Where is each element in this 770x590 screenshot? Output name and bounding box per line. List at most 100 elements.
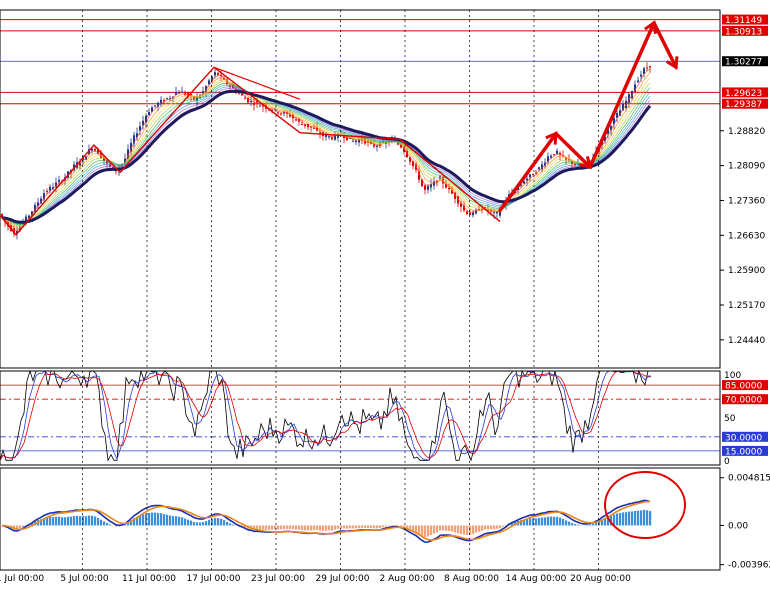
macd-histogram-bar bbox=[442, 525, 445, 531]
macd-histogram-bar bbox=[637, 510, 640, 526]
candle-body bbox=[448, 188, 450, 190]
macd-histogram-bar bbox=[493, 525, 496, 529]
macd-histogram-bar bbox=[436, 525, 439, 533]
candle-body bbox=[166, 98, 168, 100]
x-tick-label: 8 Aug 00:00 bbox=[444, 574, 499, 584]
macd-histogram-bar bbox=[352, 525, 355, 529]
oscillator-level-label: 30.0000 bbox=[725, 433, 762, 443]
macd-histogram-bar bbox=[73, 516, 76, 526]
macd-histogram-bar bbox=[418, 525, 421, 535]
macd-histogram-bar bbox=[388, 525, 391, 527]
macd-histogram-bar bbox=[70, 516, 73, 526]
macd-histogram-bar bbox=[97, 517, 100, 526]
macd-histogram-bar bbox=[166, 514, 169, 526]
candle-body bbox=[424, 185, 426, 190]
macd-histogram-bar bbox=[172, 516, 175, 526]
macd-histogram-bar bbox=[553, 516, 556, 526]
macd-histogram-bar bbox=[460, 525, 463, 535]
macd-histogram-bar bbox=[64, 517, 67, 526]
x-tick-label: 17 Jul 00:00 bbox=[187, 574, 241, 584]
macd-histogram-bar bbox=[328, 525, 331, 531]
macd-histogram-bar bbox=[571, 523, 574, 526]
price-level-label: 1.30913 bbox=[725, 27, 762, 37]
stochastic-panel bbox=[0, 369, 720, 462]
candle-body bbox=[94, 148, 96, 151]
macd-histogram-bar bbox=[301, 525, 304, 531]
candle-body bbox=[355, 140, 357, 143]
macd-histogram-bar bbox=[289, 525, 292, 530]
price-level-label: 1.31149 bbox=[725, 16, 762, 26]
macd-histogram-bar bbox=[178, 516, 181, 526]
macd-histogram-bar bbox=[463, 525, 466, 535]
panel-frame bbox=[0, 9, 721, 369]
candle-body bbox=[352, 140, 354, 142]
highlight-ellipse bbox=[604, 471, 686, 539]
candle-body bbox=[280, 113, 282, 115]
macd-y-tick-label: 0.00 bbox=[728, 521, 748, 531]
macd-histogram-bar bbox=[499, 525, 502, 528]
macd-histogram-bar bbox=[472, 525, 475, 535]
trend-line bbox=[399, 138, 501, 222]
forex-chart: 1 Jul 00:00 5 Jul 00:00 11 Jul 00:00 17 Jul… bbox=[0, 9, 770, 584]
macd-histogram-bar bbox=[187, 519, 190, 526]
moving-average-ribbon-line bbox=[1, 89, 651, 223]
macd-histogram-bar bbox=[364, 525, 367, 529]
macd-histogram-bar bbox=[430, 525, 433, 536]
candle-body bbox=[376, 145, 378, 147]
candle-body bbox=[325, 135, 327, 138]
macd-y-tick-label: 0.0048157 bbox=[728, 474, 770, 484]
candle-body bbox=[295, 119, 297, 121]
candle-body bbox=[154, 105, 156, 107]
macd-histogram-bar bbox=[562, 518, 565, 526]
macd-histogram-bar bbox=[184, 518, 187, 526]
oscillator-tick-label: 50 bbox=[724, 414, 736, 424]
y-tick-label: 1.27360 bbox=[728, 196, 765, 206]
macd-histogram-bar bbox=[616, 513, 619, 526]
macd-histogram-bar bbox=[541, 517, 544, 526]
candle-body bbox=[253, 103, 255, 105]
macd-histogram-bar bbox=[154, 512, 157, 526]
candle-body bbox=[496, 211, 498, 214]
macd-histogram-bar bbox=[199, 522, 202, 526]
macd-histogram-bar bbox=[190, 520, 193, 526]
macd-histogram-bar bbox=[337, 525, 340, 529]
macd-histogram-bar bbox=[169, 515, 172, 526]
macd-histogram-bar bbox=[304, 525, 307, 531]
macd-histogram-bar bbox=[547, 516, 550, 526]
macd-histogram-bar bbox=[295, 525, 298, 530]
macd-histogram-bar bbox=[355, 525, 358, 529]
x-tick-label: 23 Jul 00:00 bbox=[251, 574, 305, 584]
macd-histogram-bar bbox=[259, 525, 262, 530]
macd-histogram-bar bbox=[334, 525, 337, 530]
macd-histogram-bar bbox=[208, 519, 211, 526]
macd-histogram-bar bbox=[649, 511, 652, 526]
price-level-label: 1.29387 bbox=[725, 100, 762, 110]
macd-histogram-bar bbox=[379, 525, 382, 529]
macd-histogram-bar bbox=[220, 518, 223, 526]
macd-histogram-bar bbox=[91, 515, 94, 526]
candle-body bbox=[217, 72, 219, 75]
candle-body bbox=[649, 66, 651, 68]
macd-histogram-bar bbox=[46, 517, 49, 526]
x-tick-label: 20 Aug 00:00 bbox=[570, 574, 631, 584]
macd-histogram-bar bbox=[484, 525, 487, 530]
macd-histogram-bar bbox=[232, 524, 235, 526]
macd-histogram-bar bbox=[349, 525, 352, 529]
macd-histogram-bar bbox=[61, 517, 64, 526]
macd-histogram-bar bbox=[94, 516, 97, 526]
macd-histogram-bar bbox=[106, 523, 109, 526]
moving-average-ribbon-line bbox=[1, 86, 651, 224]
macd-histogram-bar bbox=[502, 525, 505, 527]
macd-histogram-bar bbox=[196, 522, 199, 526]
candle-body bbox=[250, 100, 252, 102]
macd-histogram-bar bbox=[358, 525, 361, 529]
candle-body bbox=[646, 67, 648, 69]
macd-histogram-bar bbox=[619, 513, 622, 526]
macd-histogram-bar bbox=[88, 515, 91, 526]
macd-histogram-bar bbox=[559, 517, 562, 526]
macd-histogram-bar bbox=[55, 516, 58, 526]
macd-histogram-bar bbox=[67, 516, 70, 526]
macd-histogram-bar bbox=[103, 521, 106, 526]
macd-histogram-bar bbox=[175, 516, 178, 526]
macd-histogram-bar bbox=[367, 525, 370, 528]
